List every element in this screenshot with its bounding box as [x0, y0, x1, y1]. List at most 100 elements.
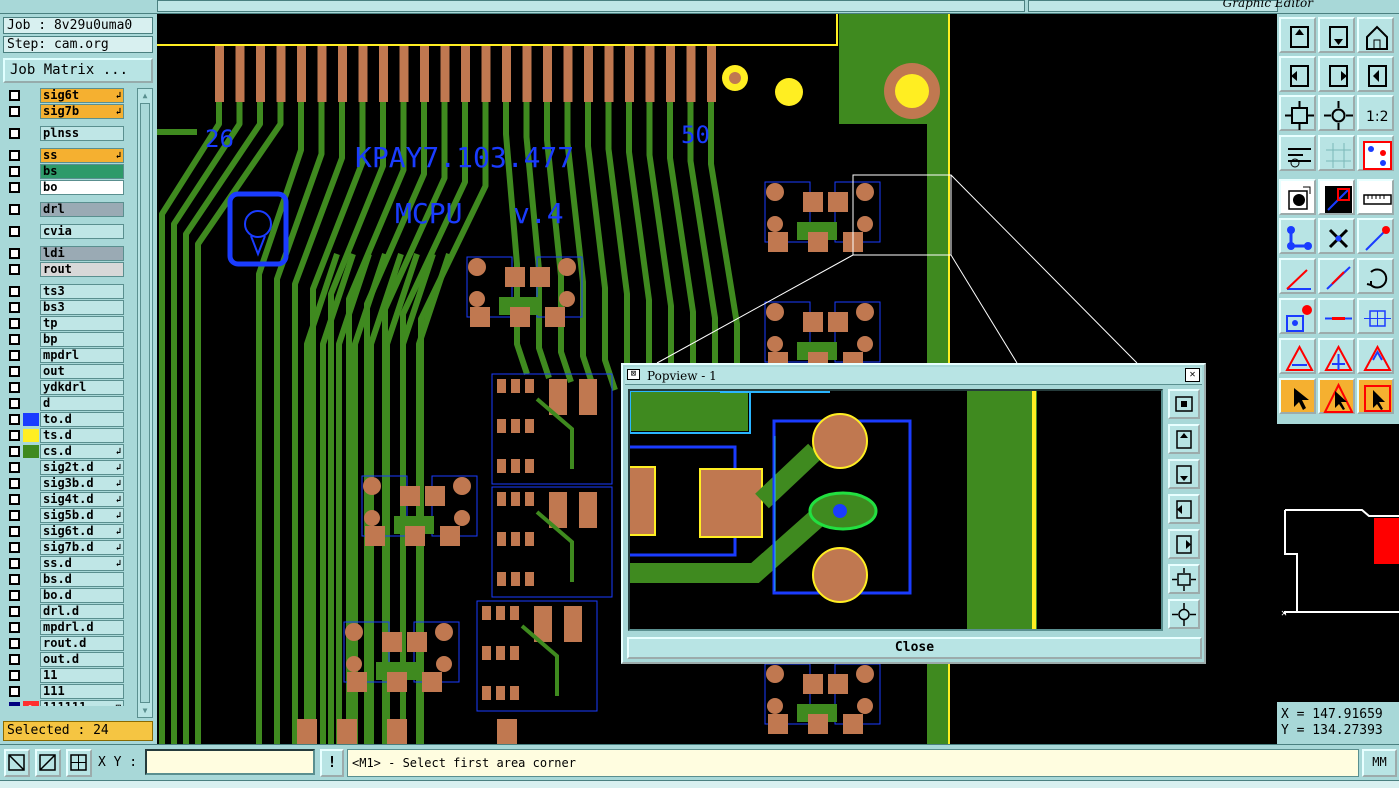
- grid-icon[interactable]: [1318, 135, 1355, 171]
- layer-checkbox[interactable]: [9, 638, 20, 649]
- dimension-icon[interactable]: [1357, 298, 1394, 334]
- layer-row[interactable]: sig4t.d ↲: [3, 492, 128, 507]
- layer-checkbox[interactable]: [9, 462, 20, 473]
- rotate-icon[interactable]: [1357, 258, 1394, 294]
- grid-snap-icon[interactable]: [66, 749, 92, 777]
- layer-row[interactable]: ts.d: [3, 428, 128, 443]
- pv-zoom-out-icon[interactable]: [1168, 564, 1200, 594]
- work-layer-icon[interactable]: ↖: [23, 701, 39, 706]
- layer-row[interactable]: ↖111111⊞: [3, 700, 128, 706]
- layer-checkbox[interactable]: [9, 670, 20, 681]
- layer-name[interactable]: sig6t.d ↲: [40, 524, 124, 539]
- layer-name[interactable]: tp: [40, 316, 124, 331]
- layer-row[interactable]: drl.d: [3, 604, 128, 619]
- layer-row[interactable]: ydkdrl: [3, 380, 128, 395]
- layer-name[interactable]: ts3: [40, 284, 124, 299]
- layer-name[interactable]: bs: [40, 164, 124, 179]
- pv-pan-right-icon[interactable]: [1168, 529, 1200, 559]
- pad-move-icon[interactable]: [1279, 298, 1316, 334]
- layer-name[interactable]: mpdrl.d: [40, 620, 124, 635]
- layer-checkbox[interactable]: [9, 590, 20, 601]
- layer-checkbox[interactable]: [9, 478, 20, 489]
- layer-name[interactable]: cvia: [40, 224, 124, 239]
- layer-checkbox[interactable]: [9, 446, 20, 457]
- layer-checkbox[interactable]: [9, 286, 20, 297]
- pan-right-icon[interactable]: [1318, 56, 1355, 92]
- layer-row[interactable]: out.d: [3, 652, 128, 667]
- layer-checkbox[interactable]: [9, 182, 20, 193]
- layer-checkbox[interactable]: [9, 128, 20, 139]
- layer-name[interactable]: out: [40, 364, 124, 379]
- layer-checkbox[interactable]: [9, 430, 20, 441]
- layer-row[interactable]: to.d: [3, 412, 128, 427]
- layer-row[interactable]: rout: [3, 262, 128, 277]
- layer-row[interactable]: sig3b.d ↲: [3, 476, 128, 491]
- pv-pan-left-icon[interactable]: [1168, 494, 1200, 524]
- layer-row[interactable]: bp: [3, 332, 128, 347]
- layer-name[interactable]: ts.d: [40, 428, 124, 443]
- layer-color-swatch[interactable]: [23, 445, 39, 458]
- layer-name[interactable]: 111111⊞: [40, 700, 124, 706]
- layer-checkbox[interactable]: [9, 654, 20, 665]
- layer-row[interactable]: cs.d ↲: [3, 444, 128, 459]
- layer-name[interactable]: bs3: [40, 300, 124, 315]
- layer-name[interactable]: drl: [40, 202, 124, 217]
- layer-row[interactable]: bs.d: [3, 572, 128, 587]
- pan-up-icon[interactable]: [1279, 17, 1316, 53]
- measure-angle-icon[interactable]: [1279, 258, 1316, 294]
- connect-nodes-icon[interactable]: [1279, 218, 1316, 254]
- layer-row[interactable]: sig6t ↲: [3, 88, 128, 103]
- layer-name[interactable]: to.d: [40, 412, 124, 427]
- layer-name[interactable]: sig3b.d ↲: [40, 476, 124, 491]
- layer-name[interactable]: sig7b ↲: [40, 104, 124, 119]
- layer-row[interactable]: sig2t.d ↲: [3, 460, 128, 475]
- layer-row[interactable]: ts3: [3, 284, 128, 299]
- zoom-fit-icon[interactable]: [1318, 95, 1355, 131]
- layer-row[interactable]: plnss: [3, 126, 128, 141]
- layer-checkbox[interactable]: [9, 318, 20, 329]
- pointer-area-icon[interactable]: [1357, 378, 1394, 414]
- units-button[interactable]: MM: [1362, 749, 1397, 777]
- layer-checkbox[interactable]: [9, 686, 20, 697]
- layer-row[interactable]: sig7b.d ↲: [3, 540, 128, 555]
- layer-row[interactable]: mpdrl.d: [3, 620, 128, 635]
- layer-name[interactable]: ss.d ↲: [40, 556, 124, 571]
- measure-icon[interactable]: [35, 749, 61, 777]
- layer-name[interactable]: plnss: [40, 126, 124, 141]
- popview-canvas[interactable]: [628, 389, 1163, 631]
- layer-checkbox[interactable]: [9, 366, 20, 377]
- layer-name[interactable]: ydkdrl: [40, 380, 124, 395]
- layer-checkbox[interactable]: [9, 350, 20, 361]
- layer-name[interactable]: sig6t ↲: [40, 88, 124, 103]
- zoom-one-to-one-icon[interactable]: 1:2: [1357, 95, 1394, 131]
- pv-pan-down-icon[interactable]: [1168, 459, 1200, 489]
- layer-row[interactable]: rout.d: [3, 636, 128, 651]
- layer-color-swatch[interactable]: [23, 413, 39, 426]
- triangle-select-icon[interactable]: [1318, 338, 1355, 374]
- job-matrix-button[interactable]: Job Matrix ...: [3, 58, 153, 83]
- layer-checkbox[interactable]: [9, 702, 20, 706]
- layer-name[interactable]: sig7b.d ↲: [40, 540, 124, 555]
- layer-row[interactable]: bs: [3, 164, 128, 179]
- layer-checkbox[interactable]: [9, 398, 20, 409]
- layer-name[interactable]: 111: [40, 684, 124, 699]
- pan-down-icon[interactable]: [1318, 17, 1355, 53]
- layer-row[interactable]: 111: [3, 684, 128, 699]
- layer-row[interactable]: out: [3, 364, 128, 379]
- layer-row[interactable]: bs3: [3, 300, 128, 315]
- pointer-select-icon[interactable]: [1318, 378, 1355, 414]
- home-icon[interactable]: [1357, 17, 1394, 53]
- triangle-icon[interactable]: [1279, 338, 1316, 374]
- layer-checkbox[interactable]: [9, 542, 20, 553]
- layer-name[interactable]: bp: [40, 332, 124, 347]
- layer-checkbox[interactable]: [9, 204, 20, 215]
- layer-checkbox[interactable]: [9, 558, 20, 569]
- layer-checkbox[interactable]: [9, 622, 20, 633]
- layer-name[interactable]: mpdrl: [40, 348, 124, 363]
- select-area-icon[interactable]: [4, 749, 30, 777]
- layer-checkbox[interactable]: [9, 382, 20, 393]
- layer-checkbox[interactable]: [9, 510, 20, 521]
- layer-checkbox[interactable]: [9, 526, 20, 537]
- xy-input[interactable]: [145, 749, 315, 775]
- add-line-icon[interactable]: [1357, 218, 1394, 254]
